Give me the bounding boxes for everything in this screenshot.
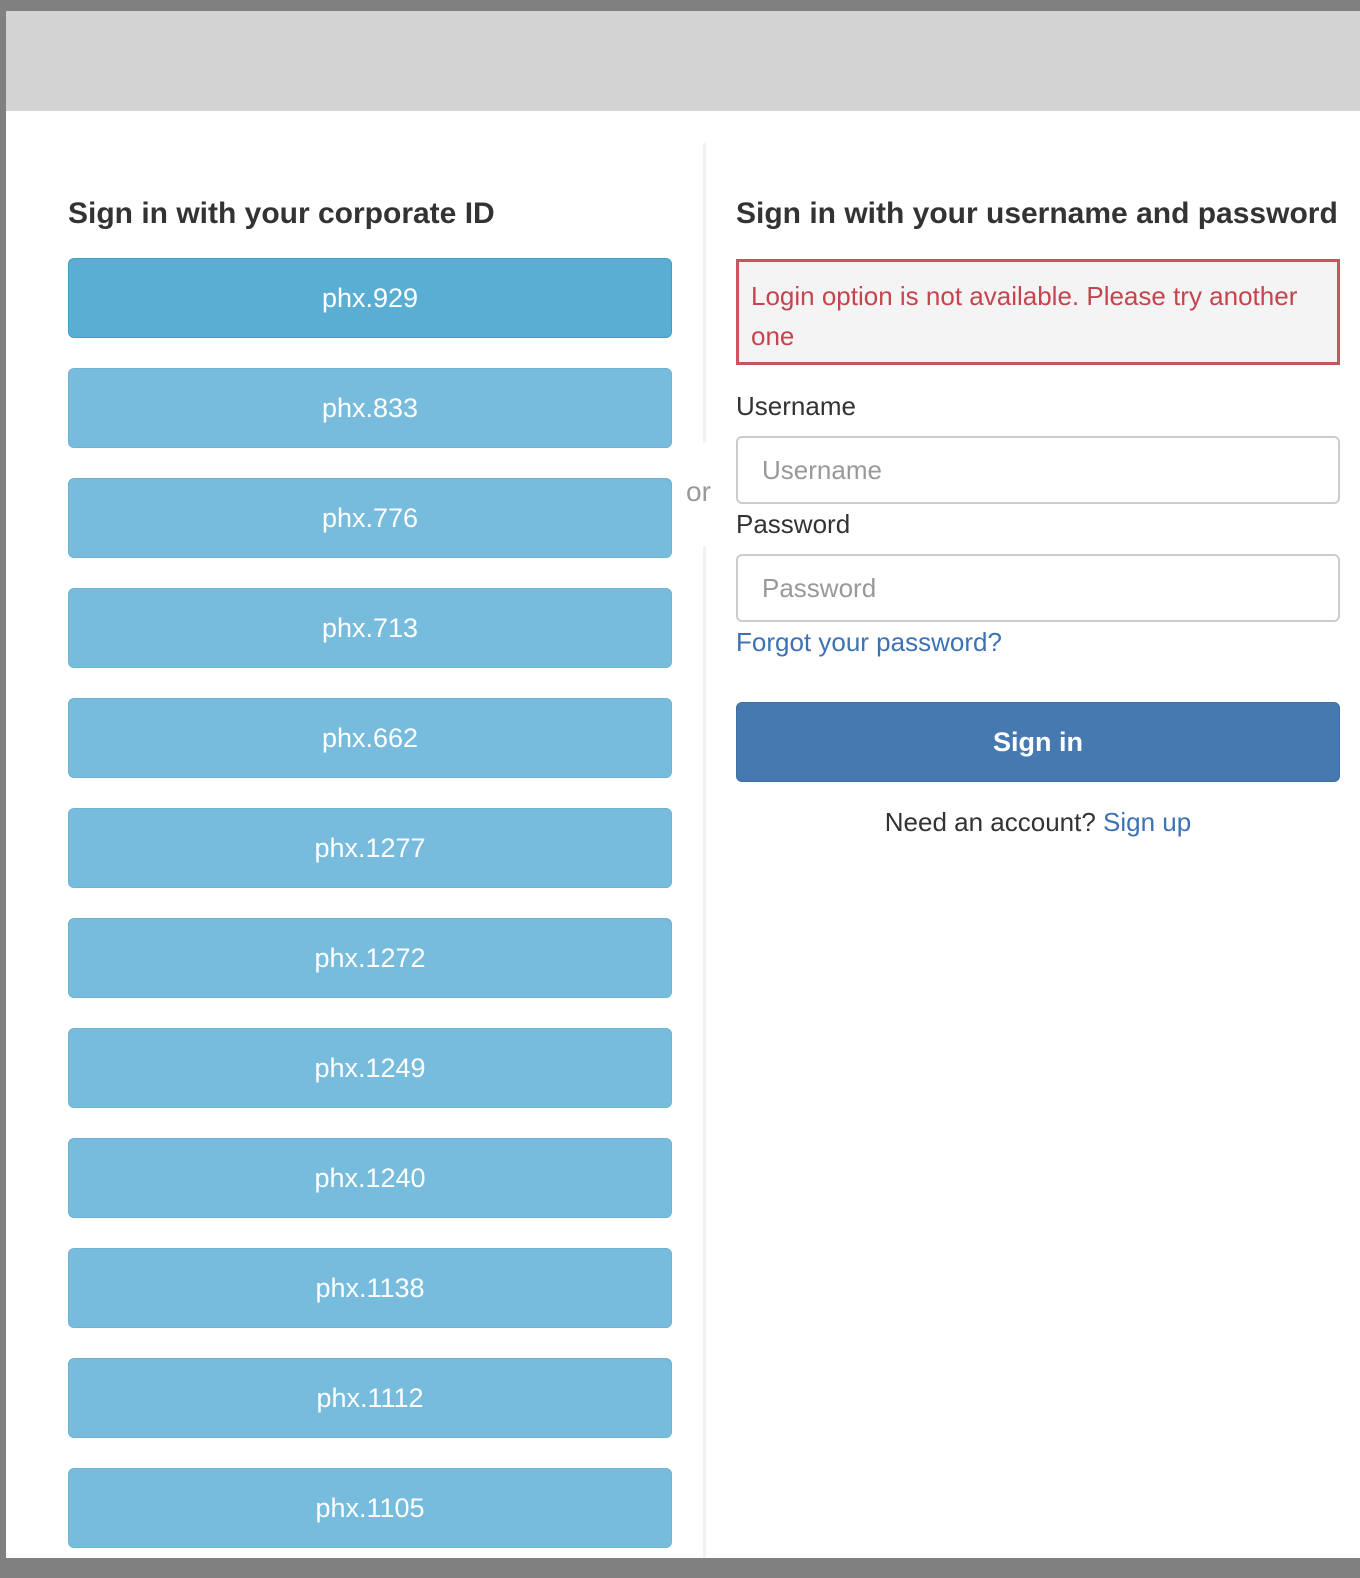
corporate-signin-heading: Sign in with your corporate ID	[68, 197, 495, 230]
identity-provider-list: phx.929 phx.833 phx.776 phx.713 phx.662 phx.1…	[68, 258, 672, 1578]
sign-in-button[interactable]: Sign in	[736, 702, 1340, 782]
identity-provider-button[interactable]: phx.1105	[68, 1468, 672, 1548]
login-page: Sign in with your corporate ID phx.929 ph…	[6, 11, 1360, 1558]
identity-provider-button[interactable]: phx.1240	[68, 1138, 672, 1218]
forgot-password-link[interactable]: Forgot your password?	[736, 627, 1002, 658]
error-alert: Login option is not available. Please tr…	[736, 259, 1340, 365]
password-input[interactable]	[736, 554, 1340, 622]
error-message: Login option is not available. Please tr…	[751, 281, 1298, 351]
identity-provider-button[interactable]: phx.1112	[68, 1358, 672, 1438]
identity-provider-button[interactable]: phx.929	[68, 258, 672, 338]
identity-provider-button[interactable]: phx.713	[68, 588, 672, 668]
credentials-signin-heading: Sign in with your username and password	[736, 197, 1338, 230]
signup-prompt-text: Need an account?	[884, 807, 1096, 837]
identity-provider-button[interactable]: phx.1138	[68, 1248, 672, 1328]
identity-provider-button[interactable]: phx.776	[68, 478, 672, 558]
identity-provider-button[interactable]: phx.1277	[68, 808, 672, 888]
header-banner	[6, 11, 1360, 111]
signup-prompt-row: Need an account? Sign up	[736, 807, 1340, 838]
vertical-divider	[703, 143, 706, 443]
identity-provider-button[interactable]: phx.1249	[68, 1028, 672, 1108]
username-label: Username	[736, 391, 856, 421]
username-input[interactable]	[736, 436, 1340, 504]
identity-provider-button[interactable]: phx.662	[68, 698, 672, 778]
identity-provider-button[interactable]: phx.833	[68, 368, 672, 448]
vertical-divider	[703, 546, 706, 1558]
or-separator: or	[686, 476, 711, 507]
sign-up-link[interactable]: Sign up	[1103, 807, 1191, 837]
password-label: Password	[736, 509, 851, 539]
identity-provider-button[interactable]: phx.1272	[68, 918, 672, 998]
